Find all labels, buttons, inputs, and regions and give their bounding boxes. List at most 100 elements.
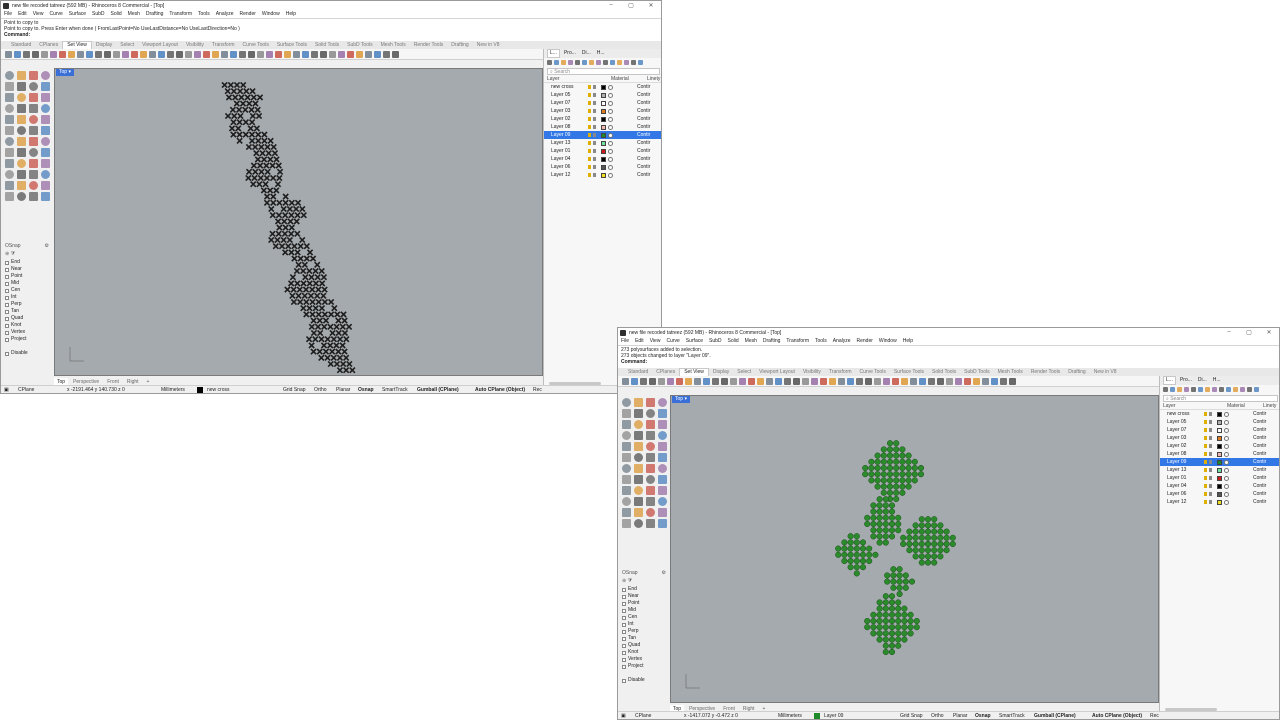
- layer-row[interactable]: Layer 12 Contir: [544, 171, 661, 179]
- toolbar-tool-icon[interactable]: [748, 377, 755, 385]
- sidebar-tool-icon[interactable]: [634, 398, 643, 407]
- toolbar-tool-icon[interactable]: [703, 377, 710, 385]
- dot-stitch[interactable]: [931, 540, 938, 548]
- menu-mesh[interactable]: Mesh: [745, 338, 757, 344]
- menu-solid[interactable]: Solid: [728, 338, 739, 344]
- lock-icon[interactable]: [593, 173, 596, 177]
- dot-stitch[interactable]: [911, 464, 918, 472]
- tab-viewport-layout[interactable]: Viewport Layout: [138, 42, 182, 49]
- toolbar-tool-icon[interactable]: [68, 50, 75, 58]
- dot-stitch[interactable]: [890, 572, 897, 579]
- sidebar-tool-icon[interactable]: [658, 497, 667, 506]
- layer-tool-icon[interactable]: [610, 60, 615, 65]
- lock-icon[interactable]: [593, 109, 596, 113]
- dot-stitch[interactable]: [901, 611, 908, 618]
- dot-stitch-pattern[interactable]: [671, 396, 1159, 703]
- dot-stitch[interactable]: [918, 522, 925, 529]
- dot-stitch[interactable]: [886, 458, 894, 465]
- dot-stitch[interactable]: [870, 520, 877, 528]
- layer-color-swatch[interactable]: [601, 116, 606, 122]
- toolbar-tool-icon[interactable]: [176, 50, 183, 58]
- layer-tool-icon[interactable]: [575, 60, 580, 65]
- tab-render-tools[interactable]: Render Tools: [410, 42, 447, 49]
- dot-stitch[interactable]: [918, 540, 925, 548]
- col-linetype[interactable]: Linety: [647, 76, 660, 82]
- menu-file[interactable]: File: [4, 11, 12, 17]
- layer-row[interactable]: Layer 04 Contir: [544, 155, 661, 163]
- layer-tool-icon[interactable]: [582, 60, 587, 65]
- layer-row[interactable]: new cross Contir: [1160, 410, 1279, 418]
- layer-tool-icon[interactable]: [1163, 387, 1168, 392]
- toolbar-tool-icon[interactable]: [257, 50, 264, 58]
- status-osnap[interactable]: Osnap: [975, 712, 991, 720]
- sidebar-tool-icon[interactable]: [622, 475, 631, 484]
- dot-stitch[interactable]: [876, 539, 883, 546]
- sidebar-tool-icon[interactable]: [5, 181, 14, 190]
- tab-set-view[interactable]: Set View: [679, 368, 709, 376]
- menu-file[interactable]: File: [621, 338, 629, 344]
- gear-icon[interactable]: ⚙: [662, 570, 666, 576]
- layer-tool-icon[interactable]: [617, 60, 622, 65]
- layer-linetype[interactable]: Contir: [1253, 410, 1266, 418]
- lock-icon[interactable]: [593, 85, 596, 89]
- checkbox-icon[interactable]: [622, 650, 626, 655]
- checkbox-icon[interactable]: [5, 337, 9, 342]
- toolbar-tool-icon[interactable]: [239, 50, 246, 58]
- dot-stitch[interactable]: [931, 528, 938, 535]
- dot-stitch[interactable]: [937, 528, 944, 535]
- dot-stitch[interactable]: [847, 564, 854, 571]
- layer-linetype[interactable]: Contir: [637, 163, 650, 171]
- material-icon[interactable]: [608, 84, 613, 90]
- bulb-icon[interactable]: [588, 117, 591, 121]
- filter-icon[interactable]: ⧩: [628, 578, 632, 584]
- dot-stitch[interactable]: [870, 514, 877, 521]
- dot-stitch[interactable]: [893, 464, 900, 472]
- toolbar-tool-icon[interactable]: [667, 377, 674, 385]
- layer-row[interactable]: Layer 13 Contir: [544, 139, 661, 147]
- lock-icon[interactable]: [1209, 412, 1212, 416]
- sidebar-tool-icon[interactable]: [29, 192, 38, 201]
- checkbox-icon[interactable]: [622, 636, 626, 641]
- status-planar[interactable]: Planar: [953, 712, 967, 720]
- layer-color-swatch[interactable]: [1217, 475, 1222, 481]
- toolbar-tool-icon[interactable]: [113, 50, 120, 58]
- sidebar-tool-icon[interactable]: [658, 398, 667, 407]
- toolbar-tool-icon[interactable]: [14, 50, 21, 58]
- toolbar-tool-icon[interactable]: [248, 50, 255, 58]
- dot-stitch[interactable]: [886, 471, 894, 478]
- menu-help[interactable]: Help: [903, 338, 913, 344]
- dot-stitch[interactable]: [907, 624, 914, 631]
- osnap-int[interactable]: Int: [622, 621, 666, 628]
- sidebar-tool-icon[interactable]: [622, 420, 631, 429]
- toolbar-tool-icon[interactable]: [622, 377, 629, 385]
- dot-stitch[interactable]: [893, 458, 900, 465]
- dot-stitch[interactable]: [918, 553, 925, 560]
- layer-row[interactable]: Layer 01 Contir: [1160, 474, 1279, 482]
- sidebar-tool-icon[interactable]: [41, 115, 50, 124]
- dot-stitch[interactable]: [880, 483, 887, 490]
- dot-stitch[interactable]: [924, 553, 932, 560]
- dot-stitch[interactable]: [866, 551, 873, 558]
- dot-stitch[interactable]: [943, 534, 950, 541]
- layer-row[interactable]: Layer 04 Contir: [1160, 482, 1279, 490]
- bulb-icon[interactable]: [1204, 484, 1207, 488]
- material-icon[interactable]: [1224, 443, 1229, 449]
- dot-stitch[interactable]: [874, 471, 881, 478]
- pin-icon[interactable]: ⊕: [5, 251, 9, 257]
- checkbox-icon[interactable]: [622, 615, 626, 620]
- dot-stitch[interactable]: [931, 522, 938, 529]
- sidebar-tool-icon[interactable]: [646, 519, 655, 528]
- checkbox-icon[interactable]: [622, 643, 626, 648]
- sidebar-tool-icon[interactable]: [622, 464, 631, 473]
- dot-stitch[interactable]: [924, 528, 932, 535]
- dot-stitch[interactable]: [888, 624, 896, 631]
- dot-stitch[interactable]: [895, 520, 902, 528]
- dot-stitch[interactable]: [847, 545, 854, 552]
- dot-stitch[interactable]: [895, 636, 902, 643]
- dot-stitch[interactable]: [882, 533, 889, 540]
- sidebar-tool-icon[interactable]: [5, 148, 14, 157]
- sidebar-tool-icon[interactable]: [634, 486, 643, 495]
- toolbar-tool-icon[interactable]: [847, 377, 854, 385]
- dot-stitch[interactable]: [862, 464, 869, 472]
- tab-cplanes[interactable]: CPlanes: [652, 369, 679, 376]
